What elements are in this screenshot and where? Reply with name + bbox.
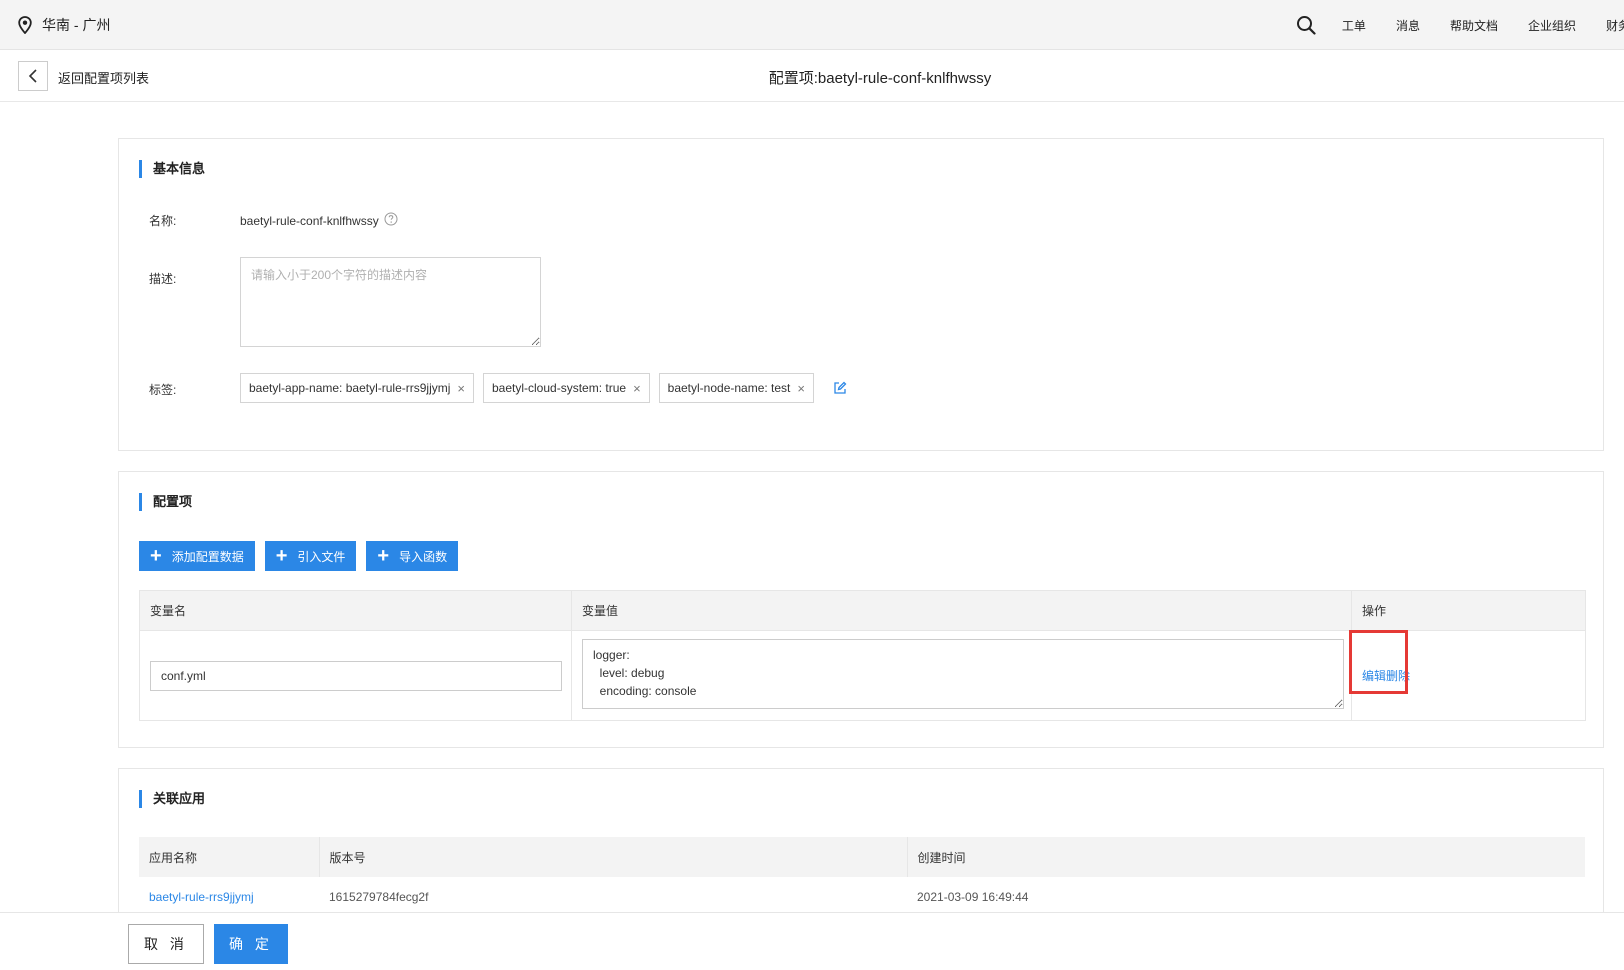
basic-info-card: 基本信息 名称: baetyl-rule-conf-knlfhwssy 描述: … (118, 138, 1604, 451)
import-function-button[interactable]: + 导入函数 (366, 541, 459, 571)
tag-list: baetyl-app-name: baetyl-rule-rrs9jjymj ×… (240, 373, 847, 403)
related-apps-title: 关联应用 (139, 790, 205, 808)
close-icon[interactable]: × (633, 381, 641, 396)
app-name-link[interactable]: baetyl-rule-rrs9jjymj (139, 877, 319, 917)
config-title: 配置项 (139, 493, 192, 511)
name-value-wrap: baetyl-rule-conf-knlfhwssy (240, 212, 398, 229)
description-input[interactable] (240, 257, 541, 347)
search-icon[interactable] (1296, 15, 1316, 35)
column-header: 操作 (1351, 590, 1586, 631)
plus-icon: + (377, 545, 390, 567)
add-config-data-label: 添加配置数据 (171, 549, 244, 564)
tags-label: 标签: (149, 383, 177, 397)
row-actions: 编辑 删除 (1349, 630, 1585, 694)
description-label: 描述: (149, 272, 177, 286)
column-header: 创建时间 (907, 837, 1585, 877)
confirm-button[interactable]: 确 定 (214, 924, 288, 964)
ops-cell: 编辑 删除 (1349, 630, 1586, 721)
plus-icon: + (275, 545, 288, 567)
edit-tags-icon[interactable] (833, 381, 847, 395)
tag-label: baetyl-app-name: baetyl-rule-rrs9jjymj (249, 381, 451, 395)
column-header: 版本号 (319, 837, 908, 877)
table-header: 变量名 变量值 操作 (139, 590, 1586, 631)
help-icon[interactable] (384, 212, 398, 229)
import-function-label: 导入函数 (399, 549, 448, 564)
var-name-input[interactable] (150, 660, 562, 691)
cancel-button[interactable]: 取 消 (128, 924, 204, 964)
page-title: 配置项:baetyl-rule-conf-knlfhwssy (768, 70, 992, 87)
sub-header: 返回配置项列表 配置项:baetyl-rule-conf-knlfhwssy (0, 50, 1624, 102)
close-icon[interactable]: × (797, 381, 805, 396)
plus-icon: + (150, 545, 162, 567)
apps-table: 应用名称 版本号 创建时间 baetyl-rule-rrs9jjymj 1615… (139, 837, 1585, 917)
highlight-box (1349, 630, 1408, 694)
import-file-label: 引入文件 (297, 549, 346, 564)
nav-finance[interactable]: 财务 (1606, 17, 1624, 34)
app-version: 1615279784fecg2f (329, 890, 429, 904)
table-header: 应用名称 版本号 创建时间 (139, 837, 1585, 877)
location-pin-icon (18, 15, 32, 34)
tag-label: baetyl-cloud-system: true (492, 381, 627, 395)
config-toolbar: + 添加配置数据 + 引入文件 + 导入函数 (139, 541, 468, 571)
nav-organization[interactable]: 企业组织 (1528, 17, 1576, 34)
top-nav: 工单 消息 帮助文档 企业组织 财务 (1296, 0, 1624, 50)
tag-item: baetyl-app-name: baetyl-rule-rrs9jjymj × (240, 373, 474, 403)
nav-ticket[interactable]: 工单 (1342, 17, 1366, 34)
region-selector[interactable]: 华南 - 广州 (18, 15, 110, 35)
column-header: 变量值 (571, 590, 1352, 631)
name-label: 名称: (149, 214, 177, 228)
name-value: baetyl-rule-conf-knlfhwssy (240, 213, 379, 228)
table-row: 编辑 删除 (139, 630, 1586, 721)
region-label: 华南 - 广州 (42, 16, 111, 33)
nav-messages[interactable]: 消息 (1396, 17, 1420, 34)
config-card: 配置项 + 添加配置数据 + 引入文件 + 导入函数 变量名 变量值 操作 co… (118, 471, 1604, 748)
var-name-cell (139, 630, 572, 721)
app-created-time: 2021-03-09 16:49:44 (917, 890, 1029, 904)
table-row: baetyl-rule-rrs9jjymj 1615279784fecg2f 2… (139, 877, 1585, 917)
top-bar: 华南 - 广州 工单 消息 帮助文档 企业组织 财务 (0, 0, 1624, 50)
var-value-cell (571, 630, 1352, 721)
close-icon[interactable]: × (457, 381, 465, 396)
import-file-button[interactable]: + 引入文件 (264, 541, 357, 571)
column-header: 变量名 (139, 590, 572, 631)
tag-item: baetyl-node-name: test × (658, 373, 814, 403)
config-table: 变量名 变量值 操作 编辑 删除 (139, 590, 1586, 721)
var-value-input[interactable] (582, 639, 1344, 709)
column-header: 应用名称 (139, 837, 320, 877)
tag-label: baetyl-node-name: test (667, 381, 791, 395)
footer-bar: 取 消 确 定 (0, 912, 1624, 970)
tag-item: baetyl-cloud-system: true × (483, 373, 650, 403)
basic-info-title: 基本信息 (139, 160, 205, 178)
add-config-data-button[interactable]: + 添加配置数据 (139, 541, 255, 571)
nav-help-docs[interactable]: 帮助文档 (1450, 17, 1498, 34)
